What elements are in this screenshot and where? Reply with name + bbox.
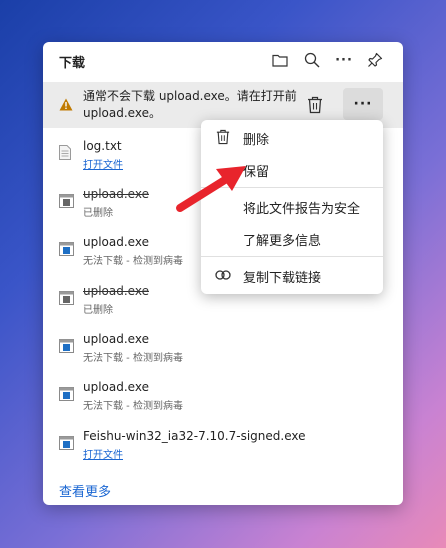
menu-item-report-safe-label: 将此文件报告为安全 [243, 202, 361, 217]
exe-deleted-icon [59, 193, 74, 209]
download-item-status: 无法下载 - 检测到病毒 [83, 256, 183, 267]
download-item[interactable]: upload.exe 无法下载 - 检测到病毒 [43, 380, 403, 424]
menu-item-delete-label: 删除 [243, 133, 270, 148]
more-actions-button[interactable]: ··· [343, 88, 383, 120]
menu-item-delete[interactable]: 删除 [201, 123, 383, 151]
download-item-name[interactable]: upload.exe [83, 332, 149, 346]
pin-icon[interactable] [365, 50, 385, 70]
warning-message: 通常不会下载 upload.exe。请在打开前 upload.exe。 [83, 88, 298, 122]
folder-icon[interactable] [270, 50, 290, 70]
menu-item-learn-more[interactable]: 了解更多信息 [201, 224, 383, 252]
open-file-link[interactable]: 打开文件 [83, 446, 123, 461]
delete-icon[interactable] [302, 92, 328, 118]
menu-item-copy-link-label: 复制下载链接 [243, 271, 322, 286]
red-arrow-annotation [176, 166, 246, 212]
exe-icon [59, 338, 74, 354]
link-icon [215, 267, 231, 283]
download-item-status: 无法下载 - 检测到病毒 [83, 401, 183, 412]
more-icon[interactable]: ··· [334, 50, 354, 70]
download-item-name[interactable]: Feishu-win32_ia32-7.10.7-signed.exe [83, 429, 305, 443]
download-item-name[interactable]: upload.exe [83, 235, 149, 249]
download-item-name: upload.exe [83, 187, 149, 201]
open-file-link[interactable]: 打开文件 [83, 156, 123, 171]
download-item-name[interactable]: upload.exe [83, 380, 149, 394]
see-more-link[interactable]: 查看更多 [59, 481, 111, 500]
download-item-name: upload.exe [83, 284, 149, 298]
download-item-status: 已删除 [83, 305, 113, 316]
downloads-header: 下载 ··· [43, 42, 403, 78]
download-item-name[interactable]: log.txt [83, 139, 122, 153]
exe-icon [59, 435, 74, 451]
menu-separator [201, 256, 383, 257]
exe-deleted-icon [59, 290, 74, 306]
menu-item-copy-link[interactable]: 复制下载链接 [201, 261, 383, 289]
menu-item-learn-more-label: 了解更多信息 [243, 234, 322, 249]
exe-icon [59, 386, 74, 402]
download-item[interactable]: upload.exe 无法下载 - 检测到病毒 [43, 332, 403, 376]
download-item[interactable]: Feishu-win32_ia32-7.10.7-signed.exe 打开文件 [43, 429, 403, 473]
download-item-status: 已删除 [83, 208, 113, 219]
delete-icon [215, 129, 231, 145]
downloads-title: 下载 [59, 56, 86, 71]
search-icon[interactable] [302, 50, 322, 70]
download-item-status: 无法下载 - 检测到病毒 [83, 353, 183, 364]
text-file-icon [59, 145, 73, 161]
warning-message-line1: 通常不会下载 upload.exe。请在打开前 [83, 89, 297, 103]
exe-icon [59, 241, 74, 257]
warning-icon [59, 96, 73, 115]
